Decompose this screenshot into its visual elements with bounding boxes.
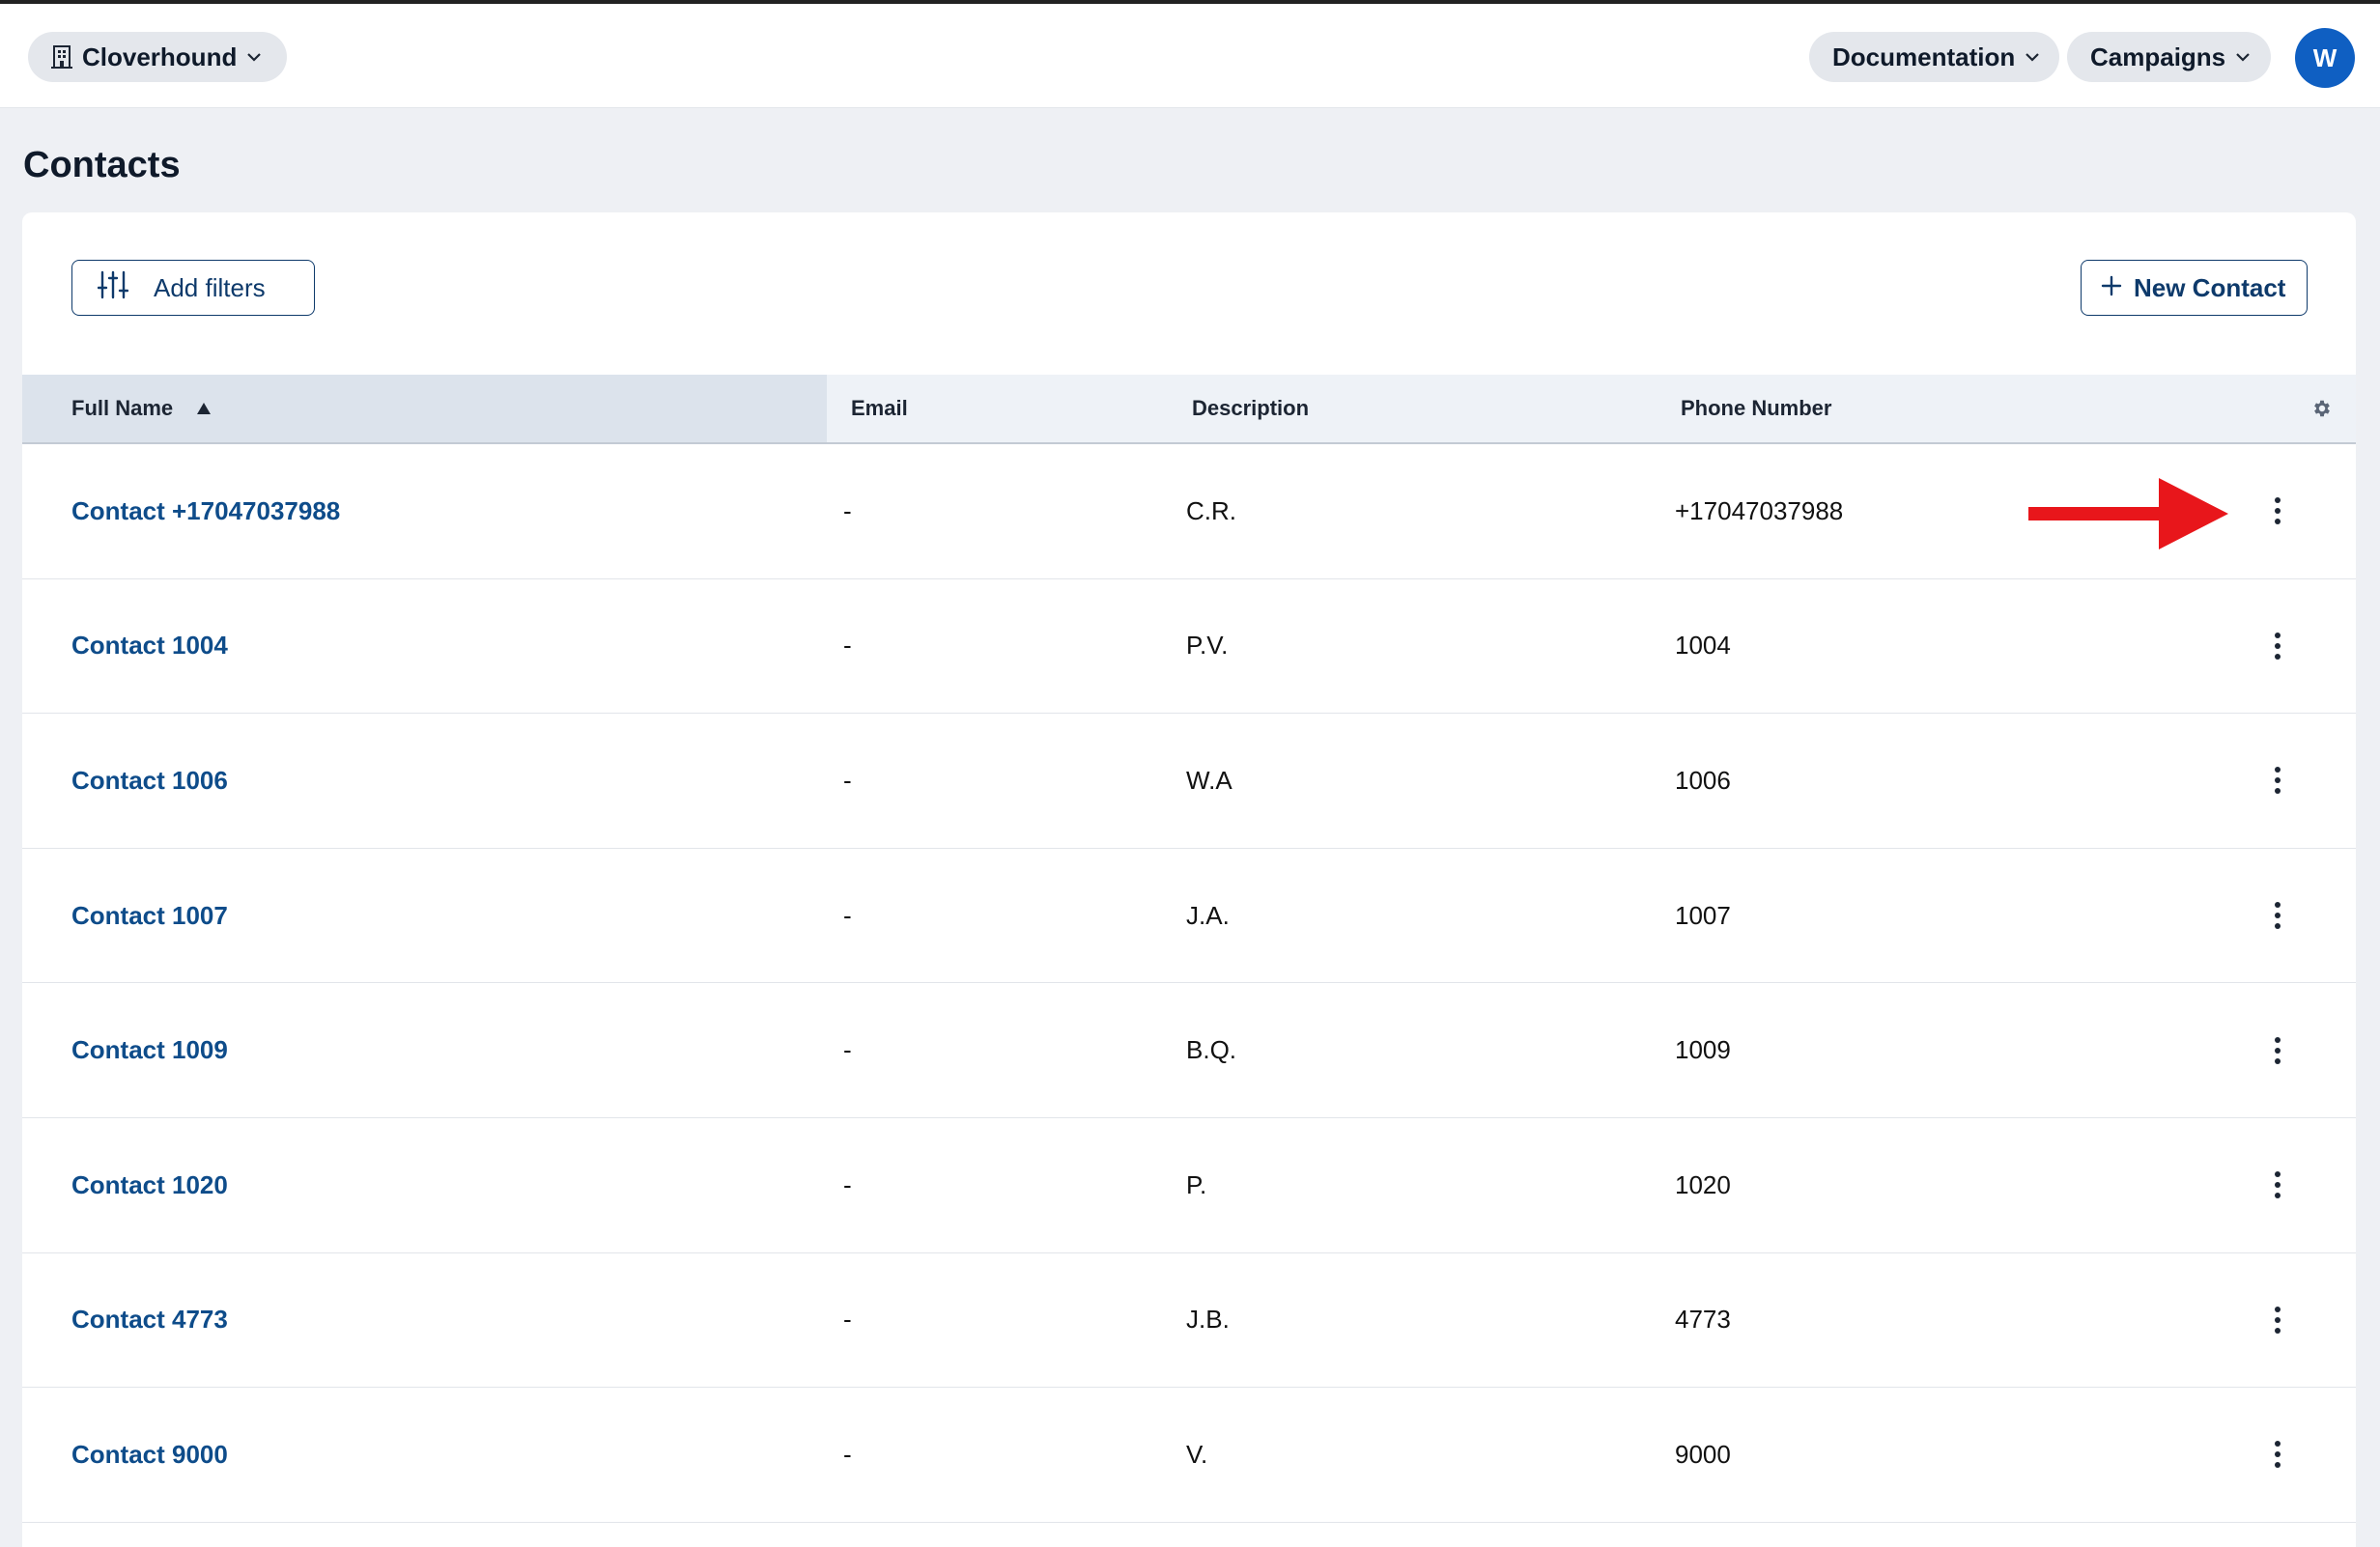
contacts-card: Add filters New Contact Full Name Email … [22, 212, 2356, 1547]
more-vertical-icon[interactable] [2265, 1118, 2290, 1252]
building-icon [51, 44, 72, 70]
column-header-full-name[interactable]: Full Name [22, 375, 827, 442]
table-body: Contact +17047037988- C.R. +17047037988 Con… [22, 444, 2356, 1523]
contact-phone: 1006 [1675, 765, 1731, 795]
table-header: Full Name Email Description Phone Number [22, 375, 2356, 444]
sliders-icon [97, 270, 129, 306]
table-row: Contact 1007 - J.A. 1007 [22, 849, 2356, 984]
contact-phone: 9000 [1675, 1439, 1731, 1469]
contact-email: - [843, 900, 852, 930]
contact-description: C.R. [1186, 495, 1236, 525]
more-vertical-icon[interactable] [2265, 579, 2290, 714]
add-filters-label: Add filters [154, 272, 266, 302]
new-contact-button[interactable]: New Contact [2081, 260, 2308, 316]
contact-description: B.Q. [1186, 1035, 1237, 1065]
chevron-down-icon [2025, 52, 2040, 62]
more-vertical-icon[interactable] [2265, 849, 2290, 983]
contact-phone: 1007 [1675, 900, 1731, 930]
column-header-phone-number[interactable]: Phone Number [1681, 375, 1831, 442]
contact-email: - [843, 1305, 852, 1335]
red-arrow-annotation [2028, 478, 2228, 549]
page-title: Contacts [23, 145, 181, 185]
chevron-down-icon [246, 52, 262, 62]
contact-email: - [843, 631, 852, 661]
contact-phone: +17047037988 [1675, 495, 1844, 525]
contact-name-link[interactable]: Contact 1007 [71, 849, 228, 983]
top-bar: Cloverhound Documentation Campaigns W [0, 0, 2380, 108]
contact-name-link[interactable]: Contact 1006 [71, 714, 228, 848]
contact-name-link[interactable]: Contact +17047037988 [71, 444, 340, 578]
table-row: Contact +17047037988 - C.R. +17047037988 [22, 444, 2356, 579]
documentation-menu[interactable]: Documentation [1809, 32, 2059, 82]
sort-ascending-icon [196, 396, 212, 421]
column-label: Full Name [71, 396, 174, 420]
gear-icon[interactable] [2308, 375, 2337, 442]
table-row: Contact 4773 - J.B. 4773 [22, 1253, 2356, 1389]
contact-description: J.B. [1186, 1305, 1230, 1335]
contact-email: - [843, 765, 852, 795]
contact-phone: 1020 [1675, 1169, 1731, 1199]
contact-email: - [843, 1035, 852, 1065]
user-avatar[interactable]: W [2295, 28, 2355, 88]
contact-description: P.V. [1186, 631, 1229, 661]
contact-name-link[interactable]: Contact 1004 [71, 579, 228, 714]
contact-email: - [843, 1439, 852, 1469]
org-switcher[interactable]: Cloverhound [28, 32, 287, 82]
more-vertical-icon[interactable] [2265, 1388, 2290, 1522]
documentation-label: Documentation [1832, 42, 2016, 71]
more-vertical-icon[interactable] [2265, 714, 2290, 848]
contact-description: W.A [1186, 765, 1232, 795]
add-filters-button[interactable]: Add filters [71, 260, 315, 316]
table-row: Contact 1006 - W.A 1006 [22, 714, 2356, 849]
contact-description: P. [1186, 1169, 1207, 1199]
plus-icon [2101, 273, 2122, 303]
contact-email: - [843, 495, 852, 525]
contact-description: J.A. [1186, 900, 1230, 930]
contact-name-link[interactable]: Contact 4773 [71, 1253, 228, 1388]
more-vertical-icon[interactable] [2265, 444, 2290, 578]
contact-name-link[interactable]: Contact 1009 [71, 983, 228, 1117]
table-row: Contact 1020 - P. 1020 [22, 1118, 2356, 1253]
more-vertical-icon[interactable] [2265, 983, 2290, 1117]
table-row: Contact 1004 - P.V. 1004 [22, 579, 2356, 715]
campaigns-menu[interactable]: Campaigns [2067, 32, 2271, 82]
chevron-down-icon [2235, 52, 2251, 62]
contact-phone: 1009 [1675, 1035, 1731, 1065]
column-header-email[interactable]: Email [851, 375, 908, 442]
column-header-description[interactable]: Description [1192, 375, 1309, 442]
new-contact-label: New Contact [2134, 272, 2286, 302]
table-row: Contact 9000 - V. 9000 [22, 1388, 2356, 1523]
contact-phone: 4773 [1675, 1305, 1731, 1335]
contact-description: V. [1186, 1439, 1208, 1469]
table-row: Contact 1009 - B.Q. 1009 [22, 983, 2356, 1118]
more-vertical-icon[interactable] [2265, 1253, 2290, 1388]
contact-name-link[interactable]: Contact 9000 [71, 1388, 228, 1522]
contact-phone: 1004 [1675, 631, 1731, 661]
org-label: Cloverhound [82, 42, 238, 71]
contact-name-link[interactable]: Contact 1020 [71, 1118, 228, 1252]
contact-email: - [843, 1169, 852, 1199]
campaigns-label: Campaigns [2090, 42, 2226, 71]
